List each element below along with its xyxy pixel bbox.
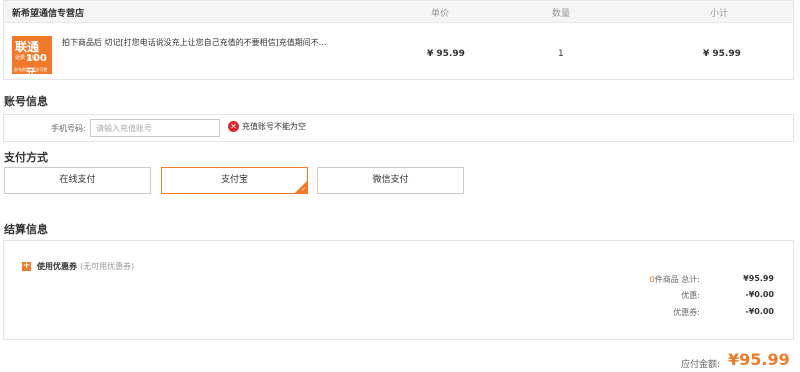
order-header: 新希望通信专营店 单价 数量 小计 — [4, 1, 793, 23]
pay-option-wechat[interactable]: 微信支付 — [317, 167, 464, 194]
coupon-label: 使用优惠券 — [37, 262, 77, 271]
payable-value: ¥95.99 — [728, 350, 790, 369]
voucher-value: -¥0.00 — [745, 307, 774, 316]
column-header-quantity: 数量 — [552, 9, 571, 19]
phone-label: 手机号码: — [51, 124, 86, 133]
pay-option-online[interactable]: 在线支付 — [4, 167, 151, 194]
close-icon: ✕ — [228, 121, 239, 132]
order-item-row: 联通 话费 充值 100元 即充即到 安全可靠 拍下商品后 切记[打您电话说没充… — [4, 23, 793, 80]
pay-option-label: 微信支付 — [372, 175, 409, 185]
column-header-price: 单价 — [431, 9, 450, 19]
coupon-note: (无可用优惠券) — [80, 262, 135, 271]
column-header-subtotal: 小计 — [710, 9, 729, 19]
item-count-suffix: 件商品 — [654, 275, 679, 284]
product-thumbnail[interactable]: 联通 话费 充值 100元 即充即到 安全可靠 — [12, 36, 52, 74]
error-message: ✕ 充值账号不能为空 — [228, 121, 306, 132]
payment-section-title: 支付方式 — [4, 151, 48, 164]
pay-option-label: 支付宝 — [220, 175, 248, 185]
account-section-title: 账号信息 — [4, 95, 48, 108]
order-card: 新希望通信专营店 单价 数量 小计 联通 话费 充值 100元 即充即到 安全可… — [3, 0, 794, 80]
pay-option-alipay[interactable]: 支付宝 ✓ — [161, 167, 308, 194]
coupon-toggle[interactable]: + 使用优惠券 (无可用优惠券) — [22, 261, 134, 272]
settlement-box: + 使用优惠券 (无可用优惠券) 0件商品 总计: ¥95.99 优惠: -¥0… — [3, 240, 794, 340]
product-subtotal: ¥ 95.99 — [703, 49, 741, 59]
total-label: 总计: — [681, 275, 700, 284]
account-box: 手机号码: ✕ 充值账号不能为空 — [3, 114, 794, 142]
error-text: 充值账号不能为空 — [242, 122, 306, 131]
check-icon: ✓ — [300, 186, 306, 193]
total-label-group: 0件商品 总计: — [604, 274, 700, 285]
product-quantity: 1 — [558, 49, 564, 59]
voucher-label: 优惠券: — [673, 308, 700, 317]
phone-input[interactable] — [90, 119, 220, 137]
discount-label: 优惠: — [681, 291, 700, 300]
pay-option-label: 在线支付 — [59, 175, 96, 185]
payable-label: 应付金额: — [680, 360, 720, 370]
shop-name[interactable]: 新希望通信专营店 — [12, 6, 84, 19]
product-title[interactable]: 拍下商品后 切记[打您电话说没充上让您自己充值的不要相信]充值期间不... — [62, 37, 352, 48]
settlement-section-title: 结算信息 — [4, 223, 48, 236]
product-price: ¥ 95.99 — [427, 49, 465, 59]
thumb-foot-text: 即充即到 安全可靠 — [14, 67, 48, 72]
discount-value: -¥0.00 — [745, 290, 774, 299]
plus-icon: + — [22, 261, 31, 271]
total-value: ¥95.99 — [743, 274, 774, 283]
